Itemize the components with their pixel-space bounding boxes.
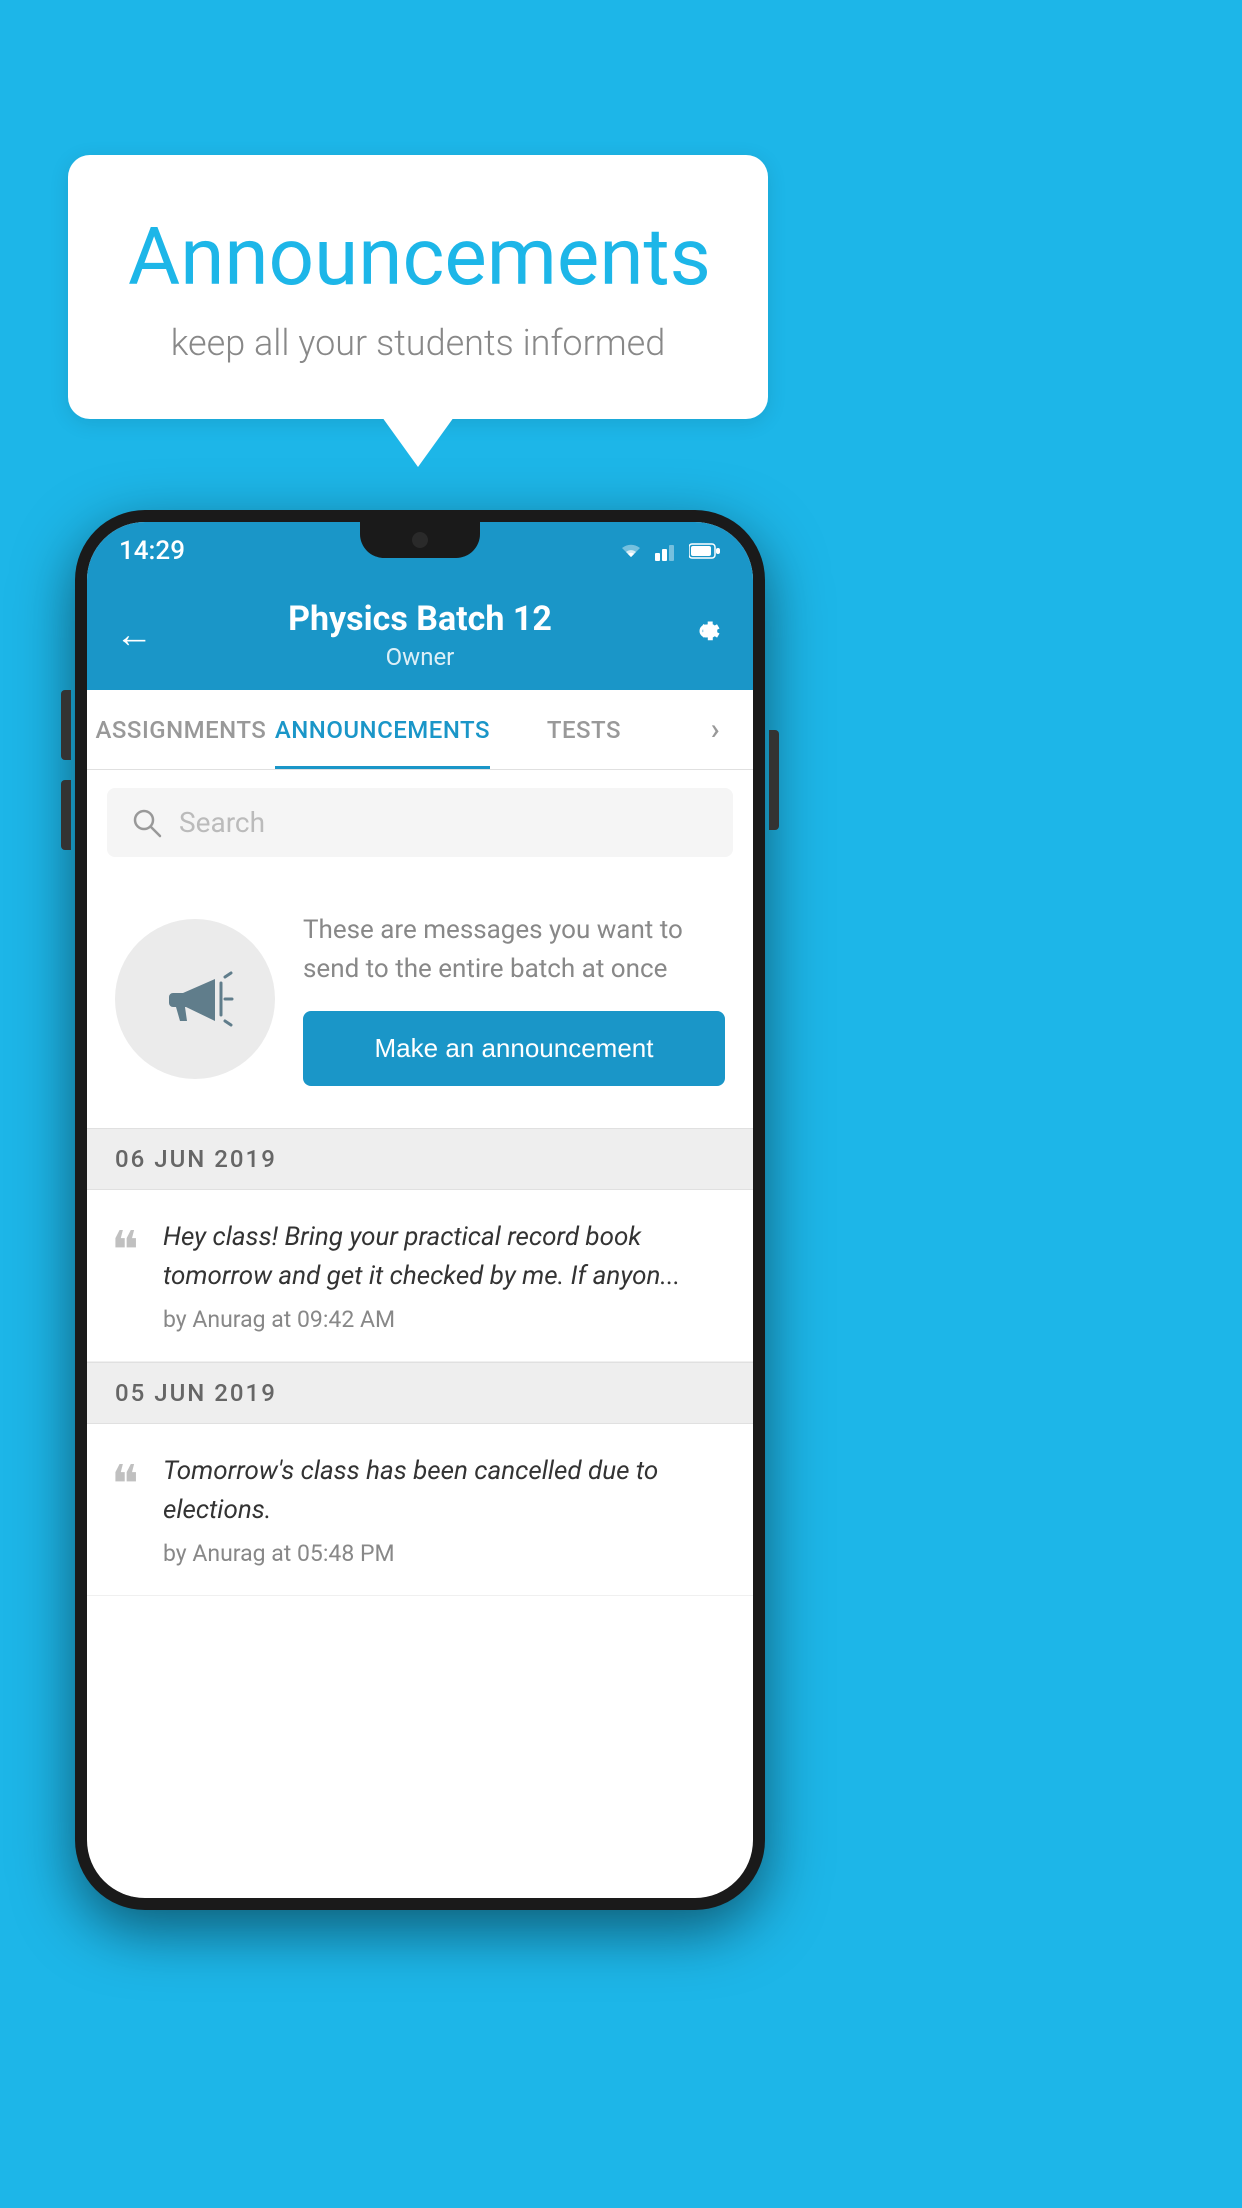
megaphone-icon (155, 959, 235, 1039)
app-bar-center: Physics Batch 12 Owner (288, 599, 552, 671)
bubble-subtitle: keep all your students informed (128, 322, 708, 364)
phone-outer: 14:29 (75, 510, 765, 1910)
settings-button[interactable] (687, 612, 725, 659)
announcement-item-1[interactable]: ❝ Hey class! Bring your practical record… (87, 1190, 753, 1362)
signal-icon (655, 541, 679, 561)
wifi-icon (617, 541, 645, 561)
speech-bubble-container: Announcements keep all your students inf… (68, 155, 768, 419)
power-button (769, 730, 779, 830)
search-bar-wrap: Search (87, 770, 753, 875)
announce-prompt: These are messages you want to send to t… (87, 875, 753, 1128)
search-bar[interactable]: Search (107, 788, 733, 857)
announce-right: These are messages you want to send to t… (303, 911, 725, 1086)
bubble-title: Announcements (128, 210, 708, 304)
phone-screen: 14:29 (87, 522, 753, 1898)
status-time: 14:29 (119, 536, 185, 566)
volume-button-top (61, 690, 71, 760)
make-announcement-button[interactable]: Make an announcement (303, 1011, 725, 1086)
search-icon (131, 807, 163, 839)
status-icons (617, 541, 721, 561)
camera (412, 532, 428, 548)
battery-icon (689, 542, 721, 560)
speech-bubble: Announcements keep all your students inf… (68, 155, 768, 419)
announce-icon-circle (115, 919, 275, 1079)
back-button[interactable]: ← (115, 613, 153, 657)
quote-icon-2: ❝ (111, 1460, 139, 1512)
volume-button-bottom (61, 780, 71, 850)
app-bar-subtitle: Owner (288, 643, 552, 671)
announcement-content-2: Tomorrow's class has been cancelled due … (163, 1452, 725, 1567)
announce-description: These are messages you want to send to t… (303, 911, 725, 989)
announcement-meta-1: by Anurag at 09:42 AM (163, 1306, 725, 1333)
status-bar: 14:29 (87, 522, 753, 580)
announcement-meta-2: by Anurag at 05:48 PM (163, 1540, 725, 1567)
announcement-content-1: Hey class! Bring your practical record b… (163, 1218, 725, 1333)
tab-assignments[interactable]: ASSIGNMENTS (87, 690, 275, 769)
date-divider-1: 06 JUN 2019 (87, 1128, 753, 1190)
tab-more[interactable]: › (678, 690, 753, 769)
tab-tests[interactable]: TESTS (490, 690, 678, 769)
tabs-bar: ASSIGNMENTS ANNOUNCEMENTS TESTS › (87, 690, 753, 770)
app-bar-title: Physics Batch 12 (288, 599, 552, 639)
content-area: Search These ar (87, 770, 753, 1596)
announcement-text-1: Hey class! Bring your practical record b… (163, 1218, 725, 1296)
search-placeholder: Search (179, 806, 265, 839)
notch (360, 522, 480, 558)
phone-wrapper: 14:29 (75, 510, 765, 2190)
gear-icon (687, 612, 725, 650)
tab-announcements[interactable]: ANNOUNCEMENTS (275, 690, 490, 769)
date-divider-2: 05 JUN 2019 (87, 1362, 753, 1424)
app-bar: ← Physics Batch 12 Owner (87, 580, 753, 690)
quote-icon-1: ❝ (111, 1226, 139, 1278)
announcement-text-2: Tomorrow's class has been cancelled due … (163, 1452, 725, 1530)
announcement-item-2[interactable]: ❝ Tomorrow's class has been cancelled du… (87, 1424, 753, 1596)
